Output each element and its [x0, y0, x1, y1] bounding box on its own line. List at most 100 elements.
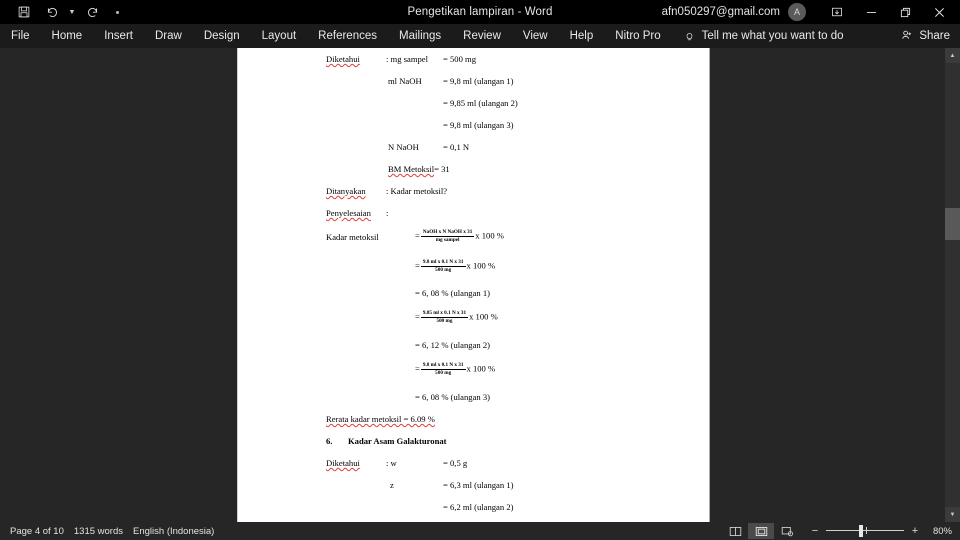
web-layout-button[interactable] — [774, 523, 800, 539]
word-count-status[interactable]: 1315 words — [74, 526, 123, 537]
heading-text: Kadar Asam Galakturonat — [348, 436, 447, 446]
doc-line: : mg sampel — [386, 55, 428, 64]
tell-me-search[interactable]: Tell me what you want to do — [684, 30, 844, 42]
title-bar: ▼ Pengetikan lampiran - Word afn050297@g… — [0, 0, 960, 24]
doc-text: : mg sampel — [386, 54, 429, 64]
tab-draw[interactable]: Draw — [144, 24, 193, 48]
status-bar-right: − + 80% — [722, 522, 952, 540]
doc-text: = 6, 12 % (ulangan 2) — [415, 340, 491, 350]
redo-icon[interactable] — [78, 1, 106, 23]
tab-review[interactable]: Review — [452, 24, 512, 48]
doc-line: = 6, 12 % (ulangan 2) — [415, 341, 490, 350]
heading-number: 6. — [326, 436, 333, 446]
word-application-window: ▼ Pengetikan lampiran - Word afn050297@g… — [0, 0, 960, 540]
fraction-numerator: NaOH x N NaOH x 31 — [420, 229, 475, 237]
doc-line: Rerata kadar metoksil = 6.09 % — [326, 415, 435, 424]
doc-line: : w — [386, 459, 397, 468]
doc-line: = 500 mg — [443, 55, 476, 64]
doc-line: = 9,85 ml (ulangan 2) — [443, 99, 518, 108]
share-button[interactable]: Share — [901, 24, 950, 48]
doc-line: Kadar metoksil — [326, 233, 379, 242]
doc-text: = 9,8 ml (ulangan 1) — [443, 76, 514, 86]
doc-heading: 6. — [326, 437, 332, 446]
zoom-control: − + — [810, 524, 920, 538]
equals-sign: = — [415, 311, 420, 322]
doc-text: : — [386, 208, 389, 218]
lightbulb-icon — [684, 31, 695, 42]
doc-line: : — [386, 209, 388, 218]
doc-text: = 6, 08 % (ulangan 1) — [415, 288, 491, 298]
doc-line: Diketahui — [326, 55, 360, 64]
fraction-numerator: 9.85 ml x 0.1 N x 31 — [420, 310, 469, 318]
zoom-in-button[interactable]: + — [910, 525, 920, 537]
doc-formula: = 9.8 ml x 0.1 N x 31 500 mg x 100 % — [415, 362, 495, 376]
doc-text: = 9,85 ml (ulangan 2) — [443, 98, 518, 108]
document-page[interactable]: Diketahui : mg sampel = 500 mg ml NaOH =… — [237, 48, 710, 522]
undo-icon[interactable] — [38, 1, 66, 23]
doc-text: Penyelesaian — [326, 208, 371, 218]
doc-line: Penyelesaian — [326, 209, 371, 218]
tell-me-label: Tell me what you want to do — [701, 30, 844, 42]
ribbon-display-options-icon[interactable] — [820, 0, 854, 24]
equals-sign: = — [415, 363, 420, 374]
save-icon[interactable] — [10, 1, 38, 23]
share-person-icon — [901, 29, 913, 44]
doc-text: = 6,3 ml (ulangan 1) — [443, 480, 514, 490]
fraction: 9.8 ml x 0.1 N x 31 500 mg — [420, 362, 466, 376]
tab-nitro-pro[interactable]: Nitro Pro — [604, 24, 671, 48]
doc-text: Diketahui — [326, 458, 360, 468]
tab-references[interactable]: References — [307, 24, 388, 48]
language-status[interactable]: English (Indonesia) — [133, 526, 214, 537]
tab-design[interactable]: Design — [193, 24, 251, 48]
doc-line: = 0,5 g — [443, 459, 467, 468]
doc-text: = 6,2 ml (ulangan 2) — [443, 502, 514, 512]
scroll-down-icon[interactable]: ▼ — [945, 507, 960, 522]
scroll-up-icon[interactable]: ▲ — [945, 48, 960, 63]
equals-sign: = — [415, 260, 420, 271]
doc-formula: = 9.8 ml x 0.1 N x 31 500 mg x 100 % — [415, 259, 495, 273]
account-email[interactable]: afn050297@gmail.com — [662, 6, 780, 18]
doc-formula: = 9.85 ml x 0.1 N x 31 500 mg x 100 % — [415, 310, 498, 324]
doc-text: Rerata kadar metoksil = 6.09 % — [326, 414, 435, 424]
doc-text: x 100 % — [466, 363, 496, 374]
document-workspace: Diketahui : mg sampel = 500 mg ml NaOH =… — [0, 48, 960, 522]
doc-heading: Kadar Asam Galakturonat — [348, 437, 447, 446]
tab-insert[interactable]: Insert — [93, 24, 144, 48]
tab-file[interactable]: File — [0, 24, 41, 48]
doc-text: N NaOH — [388, 142, 419, 152]
doc-text: = 500 mg — [443, 54, 477, 64]
read-mode-button[interactable] — [722, 523, 748, 539]
doc-line: = 9,8 ml (ulangan 1) — [443, 77, 513, 86]
zoom-slider-knob[interactable] — [859, 525, 863, 537]
zoom-level-label[interactable]: 80% — [928, 526, 952, 537]
customize-quick-access-icon[interactable] — [106, 1, 128, 23]
doc-line: = 6,3 ml (ulangan 1) — [443, 481, 513, 490]
doc-line: ml NaOH — [388, 77, 422, 86]
tab-home[interactable]: Home — [41, 24, 94, 48]
zoom-slider[interactable] — [826, 524, 904, 538]
print-layout-button[interactable] — [748, 523, 774, 539]
minimize-icon[interactable] — [854, 0, 888, 24]
quick-access-toolbar: ▼ — [0, 1, 128, 23]
page-number-status[interactable]: Page 4 of 10 — [10, 526, 64, 537]
doc-text: BM Metoksil — [388, 164, 435, 174]
document-body[interactable]: Diketahui : mg sampel = 500 mg ml NaOH =… — [238, 48, 709, 522]
fraction-denominator: 500 mg — [435, 369, 452, 376]
scrollbar-thumb[interactable] — [945, 208, 960, 240]
doc-text: ml NaOH — [388, 76, 422, 86]
undo-dropdown-icon[interactable]: ▼ — [66, 1, 78, 23]
tab-mailings[interactable]: Mailings — [388, 24, 452, 48]
doc-formula: = NaOH x N NaOH x 31 mg sampel x 100 % — [415, 229, 504, 243]
tab-help[interactable]: Help — [559, 24, 605, 48]
equals-sign: = — [415, 230, 420, 241]
tab-layout[interactable]: Layout — [251, 24, 308, 48]
zoom-out-button[interactable]: − — [810, 525, 820, 537]
restore-icon[interactable] — [888, 0, 922, 24]
avatar[interactable]: A — [788, 3, 806, 21]
doc-text: x 100 % — [466, 260, 496, 271]
doc-line: : Kadar metoksil? — [386, 187, 447, 196]
doc-text: : w — [386, 458, 397, 468]
tab-view[interactable]: View — [512, 24, 559, 48]
close-icon[interactable] — [922, 0, 960, 24]
vertical-scrollbar[interactable]: ▲ ▼ — [945, 48, 960, 522]
